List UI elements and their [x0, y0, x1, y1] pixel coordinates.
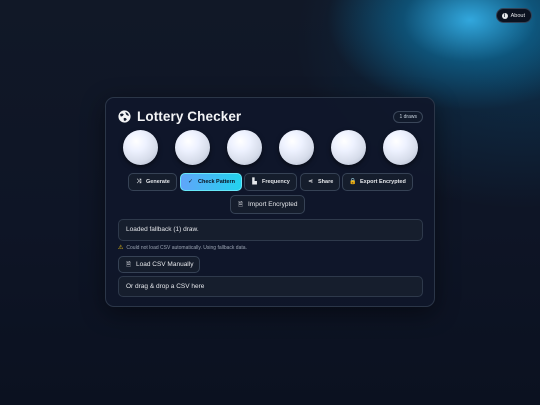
- check-icon: ✓: [187, 179, 194, 185]
- lottery-ball: [123, 130, 158, 165]
- check-pattern-label: Check Pattern: [198, 179, 235, 185]
- share-icon: ⋖: [307, 179, 314, 185]
- info-icon: i: [501, 12, 508, 19]
- title-row: Lottery Checker: [117, 109, 241, 124]
- share-label: Share: [318, 179, 334, 185]
- file-icon: 🗎: [126, 261, 131, 268]
- warning-row: ⚠ Could not load CSV automatically. Usin…: [118, 244, 247, 252]
- generate-button[interactable]: ⤨ Generate: [128, 173, 177, 191]
- import-encrypted-label: Import Encrypted: [248, 201, 298, 208]
- lottery-ball: [279, 130, 314, 165]
- lottery-card: Lottery Checker 1 draws ⤨ Generate ✓ Che…: [105, 97, 435, 307]
- csv-drop-zone[interactable]: Or drag & drop a CSV here: [118, 276, 423, 297]
- about-label: About: [510, 12, 525, 19]
- warning-message: Could not load CSV automatically. Using …: [126, 244, 247, 251]
- lottery-balls: [123, 130, 419, 166]
- share-button[interactable]: ⋖ Share: [300, 173, 341, 191]
- about-button[interactable]: i About: [495, 8, 532, 23]
- check-pattern-button[interactable]: ✓ Check Pattern: [180, 173, 242, 191]
- load-csv-button[interactable]: 🗎 Load CSV Manually: [118, 256, 201, 273]
- status-message: Loaded fallback (1) draw.: [118, 219, 423, 241]
- draws-count-badge: 1 draws: [393, 111, 423, 123]
- export-encrypted-label: Export Encrypted: [360, 179, 406, 185]
- frequency-label: Frequency: [262, 179, 290, 185]
- warning-icon: ⚠: [118, 245, 124, 251]
- lock-icon: 🔒: [349, 179, 357, 185]
- frequency-button[interactable]: ▙ Frequency: [244, 173, 297, 191]
- export-encrypted-button[interactable]: 🔒 Export Encrypted: [342, 173, 413, 191]
- bar-chart-icon: ▙: [252, 179, 257, 185]
- app-title: Lottery Checker: [137, 109, 242, 124]
- file-icon: 🗎: [238, 201, 243, 208]
- load-csv-label: Load CSV Manually: [136, 261, 194, 268]
- import-encrypted-button[interactable]: 🗎 Import Encrypted: [230, 195, 305, 214]
- lottery-ball: [383, 130, 418, 165]
- lottery-ball: [175, 130, 210, 165]
- shuffle-icon: ⤨: [136, 179, 141, 185]
- globe-icon: [117, 109, 132, 124]
- generate-label: Generate: [146, 179, 170, 185]
- lottery-ball: [227, 130, 262, 165]
- lottery-ball: [331, 130, 366, 165]
